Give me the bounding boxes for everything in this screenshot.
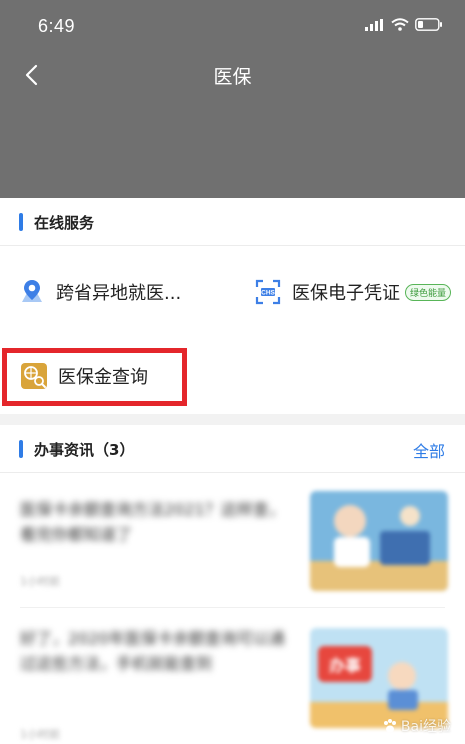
section-accent-bar [19, 213, 23, 231]
green-energy-badge: 绿色能量 [405, 283, 452, 301]
service-e-voucher[interactable]: CHS 医保电子凭证 绿色能量 [254, 278, 452, 306]
service-label: 跨省异地就医... [56, 283, 182, 304]
news-card: 办事资讯（3） 全部 医保卡余额查询方法2021？这样查，看完你都知道了 1小时… [0, 425, 465, 744]
watermark-text: Bai经验 [400, 719, 451, 735]
status-icons [365, 18, 443, 31]
section-accent-bar [19, 440, 23, 458]
view-all-link[interactable]: 全部 [413, 438, 445, 462]
service-cross-province[interactable]: 跨省异地就医... [18, 278, 181, 306]
wifi-icon [391, 18, 409, 31]
news-title: 办事资讯（3） [34, 441, 135, 459]
online-services-header: 在线服务 [0, 198, 465, 246]
online-services-title: 在线服务 [34, 214, 95, 232]
status-time: 6:49 [38, 16, 76, 36]
highlight-box [2, 348, 187, 406]
news-item-title: 好了，2020年医保卡余额查询可以通过这些方法，手机就能查到 [20, 629, 285, 673]
paw-icon [383, 719, 396, 733]
signal-icon [365, 18, 383, 31]
news-item-meta: 1小时前 [20, 728, 60, 741]
baidu-watermark: Bai经验 [382, 716, 451, 736]
svg-text:CHS: CHS [261, 290, 275, 297]
news-item-meta: 1小时前 [20, 575, 60, 588]
app-header: 6:49 医保 [0, 0, 465, 198]
news-thumbnail [310, 491, 448, 591]
battery-icon [415, 18, 442, 31]
svg-text:办事: 办事 [329, 656, 361, 675]
chs-qr-icon: CHS [254, 278, 282, 306]
page-title: 医保 [213, 66, 252, 88]
nav-bar: 医保 [0, 52, 465, 98]
map-pin-icon [18, 278, 46, 306]
service-label: 医保电子凭证 [292, 283, 400, 304]
news-item-title: 医保卡余额查询方法2021？这样查，看完你都知道了 [20, 500, 285, 544]
news-thumbnail: 办事 [310, 628, 448, 728]
online-services-card: 在线服务 跨省异地就医... CHS 医保电子凭证 绿色能量 医保金查询 [0, 198, 465, 414]
news-header: 办事资讯（3） 全部 [0, 425, 465, 473]
news-item[interactable]: 医保卡余额查询方法2021？这样查，看完你都知道了 1小时前 [0, 475, 465, 605]
status-bar: 6:49 [0, 0, 465, 52]
